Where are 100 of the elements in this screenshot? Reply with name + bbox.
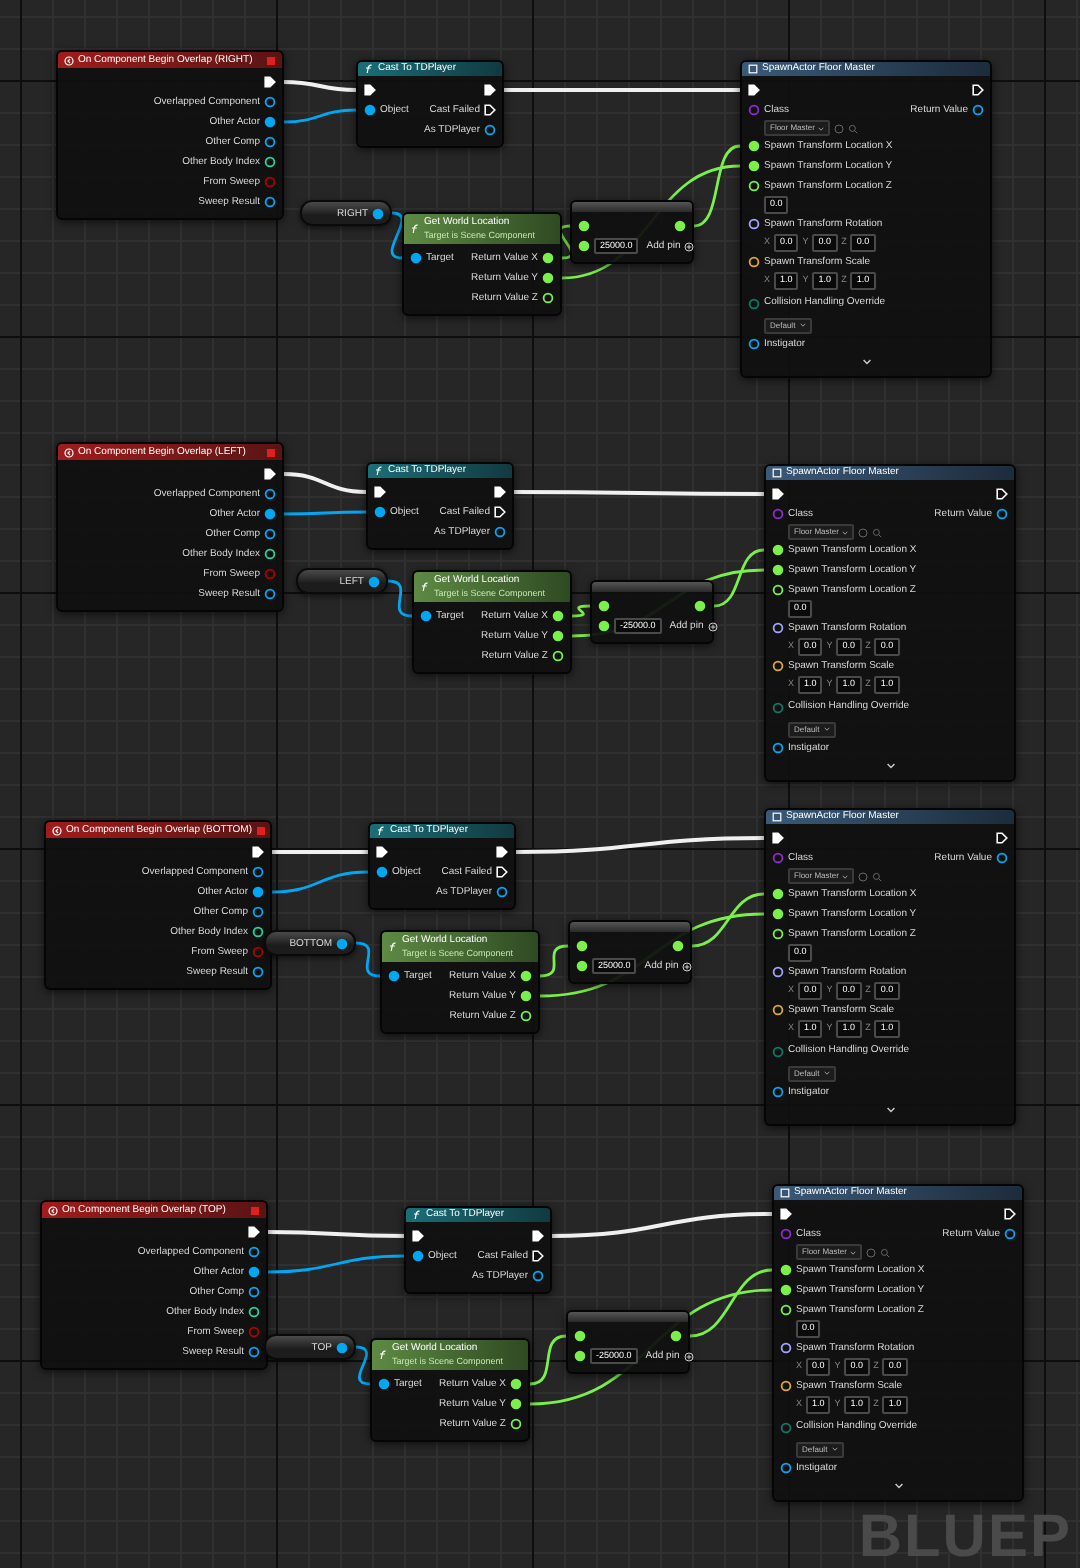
exec-pin-icon[interactable]: [252, 846, 264, 858]
exec-pin-icon[interactable]: [374, 486, 386, 498]
pin-icon[interactable]: [374, 506, 386, 518]
pin-icon[interactable]: [252, 886, 264, 898]
pin-icon[interactable]: [772, 660, 784, 672]
exec-pin-icon[interactable]: [532, 1250, 544, 1262]
pin-icon[interactable]: [264, 136, 276, 148]
event-icon: [64, 55, 74, 65]
exec-pin-icon[interactable]: [484, 84, 496, 96]
pin-icon[interactable]: [248, 1286, 260, 1298]
delegate-pin-icon[interactable]: [266, 447, 276, 457]
pin-icon[interactable]: [264, 488, 276, 500]
exec-pin-icon[interactable]: [264, 468, 276, 480]
pin-icon[interactable]: [772, 966, 784, 978]
pin-icon[interactable]: [388, 970, 400, 982]
wire: [268, 1230, 404, 1238]
exec-pin-icon[interactable]: [1004, 1208, 1016, 1220]
event-icon: [52, 825, 62, 835]
pin-icon[interactable]: [420, 610, 432, 622]
search-icon[interactable]: [872, 871, 883, 881]
function-icon: [376, 826, 386, 836]
pin-icon[interactable]: [248, 1346, 260, 1358]
chevron-down-icon[interactable]: [861, 358, 871, 366]
pin-icon[interactable]: [252, 926, 264, 938]
pin-icon[interactable]: [748, 256, 760, 268]
pin-icon[interactable]: [412, 1250, 424, 1262]
exec-pin-icon[interactable]: [494, 506, 506, 518]
pin-icon[interactable]: [484, 124, 496, 136]
pin-icon[interactable]: [378, 1378, 390, 1390]
pin-icon[interactable]: [248, 1266, 260, 1278]
pin-icon[interactable]: [780, 1342, 792, 1354]
pin-icon[interactable]: [336, 937, 348, 949]
pin-icon[interactable]: [264, 508, 276, 520]
pin-icon[interactable]: [372, 207, 384, 219]
delegate-pin-icon[interactable]: [250, 1205, 260, 1215]
delegate-pin-icon[interactable]: [256, 825, 266, 835]
exec-pin-icon[interactable]: [772, 832, 784, 844]
chevron-down-icon[interactable]: [885, 1106, 895, 1114]
pin-icon[interactable]: [252, 906, 264, 918]
pin-icon[interactable]: [772, 622, 784, 634]
pin-icon[interactable]: [364, 104, 376, 116]
wire: [355, 1345, 371, 1386]
pin-icon[interactable]: [772, 1004, 784, 1016]
pin-icon[interactable]: [532, 1270, 544, 1282]
event-icon: [48, 1205, 58, 1215]
pin-icon[interactable]: [780, 1380, 792, 1392]
pin-icon[interactable]: [772, 1086, 784, 1098]
chevron-down-icon[interactable]: [893, 1482, 903, 1490]
pin-icon[interactable]: [264, 96, 276, 108]
chevron-down-icon[interactable]: [885, 762, 895, 770]
pin-icon[interactable]: [264, 528, 276, 540]
pin-icon[interactable]: [252, 966, 264, 978]
exec-pin-icon[interactable]: [532, 1230, 544, 1242]
pin-icon[interactable]: [264, 588, 276, 600]
pin-icon[interactable]: [264, 116, 276, 128]
wire: [267, 1254, 405, 1274]
pin-icon[interactable]: [496, 886, 508, 898]
exec-pin-icon[interactable]: [748, 84, 760, 96]
exec-pin-icon[interactable]: [996, 488, 1008, 500]
search-icon[interactable]: [848, 123, 859, 133]
exec-pin-icon[interactable]: [412, 1230, 424, 1242]
exec-pin-icon[interactable]: [484, 104, 496, 116]
pin-icon[interactable]: [336, 1341, 348, 1353]
pin-icon[interactable]: [376, 866, 388, 878]
pin-icon[interactable]: [748, 338, 760, 350]
pin-icon[interactable]: [252, 866, 264, 878]
pin-icon[interactable]: [248, 1246, 260, 1258]
exec-pin-icon[interactable]: [264, 76, 276, 88]
pin-icon[interactable]: [996, 852, 1008, 864]
pin-icon[interactable]: [410, 252, 422, 264]
exec-pin-icon[interactable]: [376, 846, 388, 858]
exec-pin-icon[interactable]: [248, 1226, 260, 1238]
caret-icon: [818, 125, 825, 131]
search-icon[interactable]: [880, 1247, 891, 1257]
pin-icon[interactable]: [368, 575, 380, 587]
pin-icon[interactable]: [772, 742, 784, 754]
pin-icon[interactable]: [264, 548, 276, 560]
function-icon: [378, 1350, 388, 1360]
exec-pin-icon[interactable]: [772, 488, 784, 500]
exec-pin-icon[interactable]: [496, 866, 508, 878]
pin-icon[interactable]: [264, 156, 276, 168]
pin-icon[interactable]: [264, 196, 276, 208]
pin-icon[interactable]: [972, 104, 984, 116]
pin-icon[interactable]: [248, 1306, 260, 1318]
search-icon[interactable]: [872, 527, 883, 537]
delegate-pin-icon[interactable]: [266, 55, 276, 65]
pin-icon[interactable]: [996, 508, 1008, 520]
pin-icon[interactable]: [1004, 1228, 1016, 1240]
exec-pin-icon[interactable]: [780, 1208, 792, 1220]
pin-icon[interactable]: [494, 526, 506, 538]
wire: [283, 472, 367, 494]
wire: [355, 941, 381, 978]
exec-pin-icon[interactable]: [364, 84, 376, 96]
exec-pin-icon[interactable]: [972, 84, 984, 96]
pin-icon[interactable]: [748, 218, 760, 230]
pin-icon[interactable]: [780, 1462, 792, 1474]
exec-pin-icon[interactable]: [496, 846, 508, 858]
exec-pin-icon[interactable]: [996, 832, 1008, 844]
function-icon: [420, 582, 430, 592]
exec-pin-icon[interactable]: [494, 486, 506, 498]
